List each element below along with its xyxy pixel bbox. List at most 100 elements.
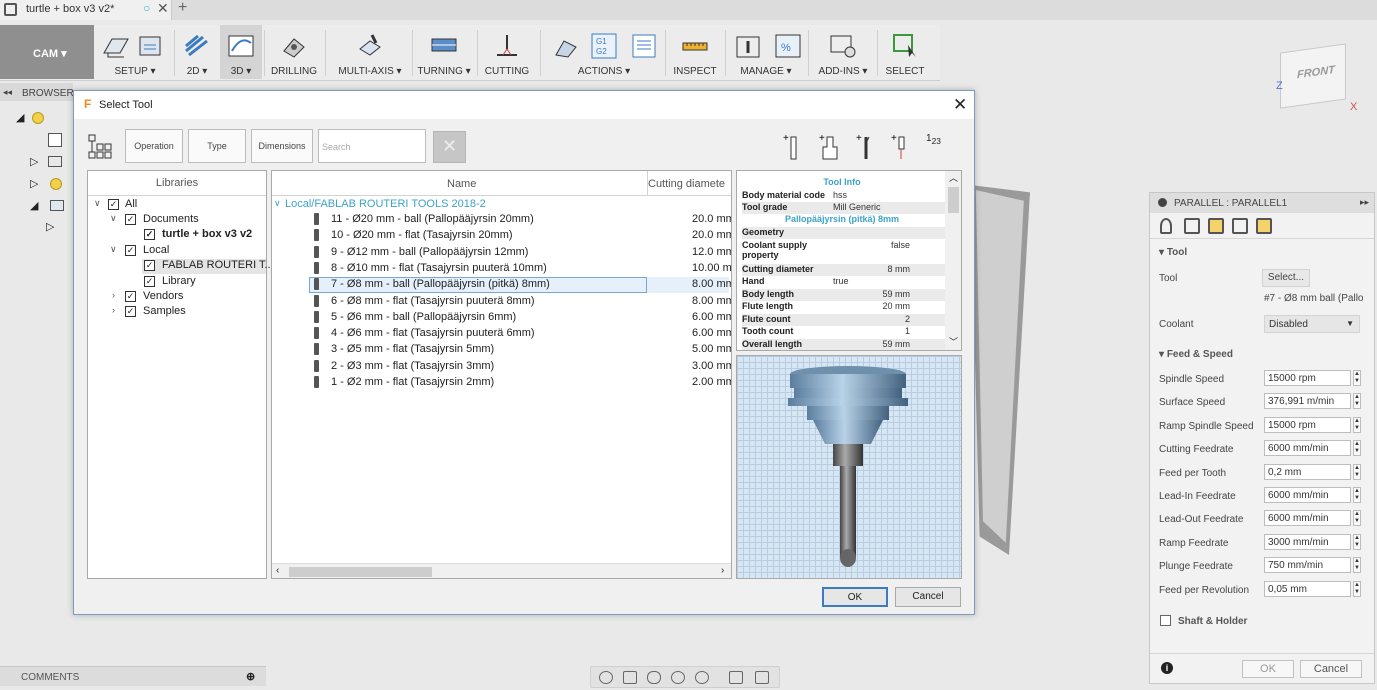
tool-row[interactable]: 3 - Ø5 mm - flat (Tasajyrsin 5mm) 5.00 mm xyxy=(309,342,731,358)
select-group[interactable]: SELECT xyxy=(880,25,930,79)
collapse-icon[interactable]: ∨ xyxy=(110,244,117,255)
type-filter-button[interactable]: Type xyxy=(188,129,246,163)
stepper-icon[interactable]: ▲ ▼ xyxy=(1353,487,1361,503)
comments-bar[interactable]: COMMENTS ⊕ xyxy=(0,666,266,686)
display-settings-icon[interactable] xyxy=(729,671,743,684)
checkbox-icon[interactable]: ✓ xyxy=(144,260,155,271)
stepper-icon[interactable]: ▲ ▼ xyxy=(1353,533,1361,550)
pan-icon[interactable] xyxy=(647,671,661,684)
tool-row[interactable]: 11 - Ø20 mm - ball (Pallopääjyrsin 20mm)… xyxy=(309,212,731,228)
tool-row[interactable]: 4 - Ø6 mm - flat (Tasajyrsin puuterä 6mm… xyxy=(309,326,731,342)
browser-node[interactable]: ▷ xyxy=(16,177,68,193)
feed-input[interactable]: 6000 mm/min xyxy=(1264,510,1351,527)
workspace-switcher[interactable]: CAM ▾ xyxy=(0,25,94,79)
browser-node[interactable]: ◢ xyxy=(16,111,68,127)
tool-section-header[interactable]: ▾ Tool xyxy=(1159,247,1187,258)
stepper-icon[interactable]: ▲ ▼ xyxy=(1353,557,1361,574)
lightbulb-icon[interactable] xyxy=(32,112,44,124)
expand-icon[interactable]: › xyxy=(112,305,115,315)
tab-geometry-icon[interactable] xyxy=(1184,218,1200,234)
manage-group[interactable]: % MANAGE ▾ xyxy=(728,25,804,79)
checkbox-icon[interactable]: ✓ xyxy=(125,214,136,225)
checkbox-icon[interactable]: ✓ xyxy=(125,291,136,302)
new-turning-tool-icon[interactable]: + xyxy=(856,133,874,161)
drilling-group[interactable]: DRILLING xyxy=(268,25,320,79)
scroll-thumb[interactable] xyxy=(948,187,959,213)
renumber-tools-icon[interactable]: 123 xyxy=(926,133,941,146)
collapse-icon[interactable]: ∨ xyxy=(94,198,101,209)
clear-filter-button[interactable]: ✕ xyxy=(433,131,466,163)
feed-input[interactable]: 0,05 mm xyxy=(1264,580,1351,597)
document-tab[interactable]: turtle + box v3 v2* ○ ✕ xyxy=(0,0,172,20)
feed-input[interactable]: 15000 rpm xyxy=(1264,370,1351,386)
scroll-thumb[interactable] xyxy=(289,567,432,577)
expand-panel-icon[interactable]: ▸▸ xyxy=(1360,197,1369,208)
look-at-icon[interactable] xyxy=(623,671,637,684)
library-item-fablab[interactable]: ✓ FABLAB ROUTERI T... xyxy=(142,259,274,274)
add-ins-group[interactable]: ADD-INS ▾ xyxy=(812,25,874,79)
tool-row[interactable]: 8 - Ø10 mm - flat (Tasajyrsin puuterä 10… xyxy=(309,261,731,277)
name-column-header[interactable]: Name xyxy=(447,178,476,190)
operation-filter-button[interactable]: Operation xyxy=(125,129,183,163)
viewcube[interactable]: FRONT xyxy=(1280,43,1346,109)
browser-header[interactable]: ◂◂ BROWSER xyxy=(0,83,74,101)
dialog-cancel-button[interactable]: Cancel xyxy=(895,587,961,607)
setup-group[interactable]: SETUP ▾ xyxy=(96,25,174,79)
tool-row[interactable]: 1 - Ø2 mm - flat (Tasajyrsin 2mm) 2.00 mm xyxy=(309,375,731,391)
zoom-icon[interactable] xyxy=(671,671,685,684)
info-vertical-scrollbar[interactable]: ︿ ﹀ xyxy=(945,171,961,350)
grid-settings-icon[interactable] xyxy=(755,671,769,684)
feed-input[interactable]: 3000 mm/min xyxy=(1264,533,1351,550)
browser-node[interactable]: ▷ xyxy=(16,155,68,171)
stepper-icon[interactable]: ▲ ▼ xyxy=(1353,463,1361,480)
horizontal-scrollbar[interactable]: ‹ › xyxy=(272,563,731,578)
scroll-up-icon[interactable]: ︿ xyxy=(949,171,958,184)
stepper-icon[interactable]: ▲ ▼ xyxy=(1353,440,1361,457)
checkbox-icon[interactable]: ✓ xyxy=(125,245,136,256)
feed-input[interactable]: 6000 mm/min xyxy=(1264,440,1351,457)
tool-row[interactable]: 2 - Ø3 mm - flat (Tasajyrsin 3mm) 3.00 mm xyxy=(309,359,731,375)
cutting-group[interactable]: CUTTING xyxy=(480,25,534,79)
checkbox-icon[interactable]: ✓ xyxy=(125,306,136,317)
checkbox-icon[interactable]: ✓ xyxy=(108,199,119,210)
scroll-right-icon[interactable]: › xyxy=(721,565,724,576)
new-holder-icon[interactable]: + xyxy=(819,133,841,161)
browser-node[interactable]: ◢ xyxy=(16,199,68,215)
info-icon[interactable]: i xyxy=(1161,662,1173,674)
tool-row[interactable]: 5 - Ø6 mm - ball (Pallopääjyrsin 6mm) 6.0… xyxy=(309,310,731,326)
panel-cancel-button[interactable]: Cancel xyxy=(1300,660,1362,678)
fit-icon[interactable] xyxy=(695,671,709,684)
feed-input[interactable]: 15000 rpm xyxy=(1264,416,1351,433)
feed-input[interactable]: 0,2 mm xyxy=(1264,463,1351,480)
stepper-icon[interactable]: ▲ ▼ xyxy=(1353,393,1361,410)
tool-row[interactable]: 10 - Ø20 mm - flat (Tasajyrsin 20mm) 20.0… xyxy=(309,228,731,244)
diameter-column-header[interactable]: Cutting diamete xyxy=(648,178,725,190)
feed-input[interactable]: 6000 mm/min xyxy=(1264,487,1351,503)
3d-group[interactable]: 3D ▾ xyxy=(220,25,262,79)
search-input[interactable]: Search xyxy=(318,129,426,163)
dialog-close-icon[interactable]: ✕ xyxy=(953,95,967,115)
tab-passes-icon[interactable] xyxy=(1232,218,1248,234)
browser-node[interactable]: ▷ xyxy=(16,220,68,236)
tool-row[interactable]: 9 - Ø12 mm - ball (Pallopääjyrsin 12mm) 1… xyxy=(309,245,731,261)
dialog-ok-button[interactable]: OK xyxy=(822,587,888,607)
library-path-row[interactable]: ∨ Local/FABLAB ROUTERI TOOLS 2018-2 xyxy=(274,198,486,210)
tool-select-button[interactable]: Select... xyxy=(1262,269,1310,287)
shaft-holder-checkbox[interactable] xyxy=(1160,615,1171,626)
feed-input[interactable]: 376,991 m/min xyxy=(1264,393,1351,410)
panel-ok-button[interactable]: OK xyxy=(1242,660,1294,678)
tab-linking-icon[interactable] xyxy=(1256,218,1272,234)
coolant-dropdown[interactable]: Disabled ▼ xyxy=(1264,315,1360,333)
collapse-panel-icon[interactable] xyxy=(1158,198,1167,207)
inspect-group[interactable]: INSPECT xyxy=(668,25,722,79)
checkbox-icon[interactable]: ✓ xyxy=(144,229,155,240)
expand-icon[interactable]: › xyxy=(112,290,115,300)
collapse-browser-icon[interactable]: ◂◂ xyxy=(3,87,12,98)
tab-heights-icon[interactable] xyxy=(1208,218,1224,234)
checkbox-icon[interactable]: ✓ xyxy=(144,276,155,287)
tool-row[interactable]: 6 - Ø8 mm - flat (Tasajyrsin puuterä 8mm… xyxy=(309,294,731,310)
browser-node[interactable] xyxy=(16,133,68,149)
library-view-toggle-icon[interactable] xyxy=(88,134,114,160)
scroll-down-icon[interactable]: ﹀ xyxy=(949,335,958,348)
feed-input[interactable]: 750 mm/min xyxy=(1264,557,1351,574)
